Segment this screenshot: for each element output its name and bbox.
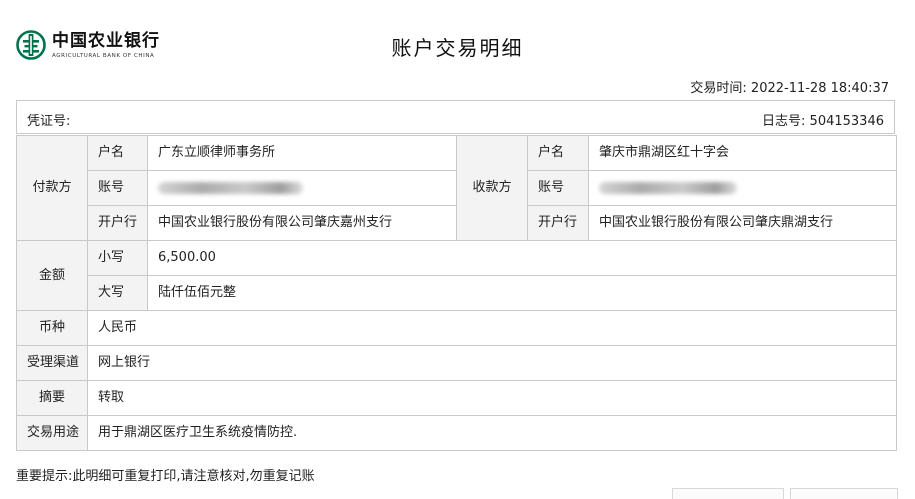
- table-row: 金额 小写 6,500.00: [16, 240, 897, 311]
- amount-upper-label: 大写: [87, 275, 148, 311]
- purpose-value: 用于鼎湖区医疗卫生系统疫情防控.: [87, 415, 897, 451]
- payer-account: [147, 170, 457, 206]
- table-row: 付款方 户名 广东立顺律师事务所 收款方 户名 肇庆市鼎湖区红十字会: [16, 135, 897, 241]
- payer-section-label: 付款方: [16, 135, 88, 241]
- footer-button[interactable]: [790, 488, 898, 499]
- redacted-account-mask: [158, 181, 303, 194]
- payee-section-label: 收款方: [456, 135, 528, 241]
- summary-value: 转取: [87, 380, 897, 416]
- currency-label: 币种: [16, 310, 88, 346]
- payee-bank: 中国农业银行股份有限公司肇庆鼎湖支行: [588, 205, 897, 241]
- table-row: 大写 陆仟伍佰元整: [17, 275, 897, 311]
- amount-upper-value: 陆仟伍佰元整: [147, 275, 897, 311]
- page-title: 账户交易明细: [391, 36, 524, 60]
- purpose-label: 交易用途: [16, 415, 88, 451]
- summary-label: 摘要: [16, 380, 88, 416]
- table-row: 交易用途 用于鼎湖区医疗卫生系统疫情防控.: [16, 415, 897, 451]
- payer-bank-label: 开户行: [87, 205, 148, 241]
- amount-lower-label: 小写: [87, 240, 148, 276]
- transaction-time: 交易时间: 2022-11-28 18:40:37: [690, 81, 889, 96]
- payee-name-label: 户名: [527, 135, 589, 171]
- payer-bank: 中国农业银行股份有限公司肇庆嘉州支行: [147, 205, 457, 241]
- payee-account-label: 账号: [527, 170, 589, 206]
- voucher-label: 凭证号:: [27, 114, 71, 129]
- payer-account-label: 账号: [87, 170, 148, 206]
- payer-name: 广东立顺律师事务所: [147, 135, 457, 171]
- channel-label: 受理渠道: [16, 345, 88, 381]
- table-row: 受理渠道 网上银行: [16, 345, 897, 381]
- currency-value: 人民币: [87, 310, 897, 346]
- footer-button[interactable]: [672, 488, 784, 499]
- important-notice: 重要提示:此明细可重复打印,请注意核对,勿重复记账: [16, 469, 315, 484]
- log-number: 日志号: 504153346: [762, 114, 884, 129]
- amount-lower-value: 6,500.00: [147, 240, 897, 276]
- table-row: 币种 人民币: [16, 310, 897, 346]
- payee-bank-label: 开户行: [527, 205, 589, 241]
- payee-name: 肇庆市鼎湖区红十字会: [588, 135, 897, 171]
- transaction-detail-table: 付款方 户名 广东立顺律师事务所 收款方 户名 肇庆市鼎湖区红十字会 账号 账号…: [16, 135, 897, 451]
- amount-label: 金额: [16, 240, 88, 311]
- payer-name-label: 户名: [87, 135, 148, 171]
- channel-value: 网上银行: [87, 345, 897, 381]
- redacted-account-mask: [599, 181, 737, 194]
- table-row: 摘要 转取: [16, 380, 897, 416]
- voucher-row: 凭证号: 日志号: 504153346: [16, 100, 895, 134]
- payee-account: [588, 170, 897, 206]
